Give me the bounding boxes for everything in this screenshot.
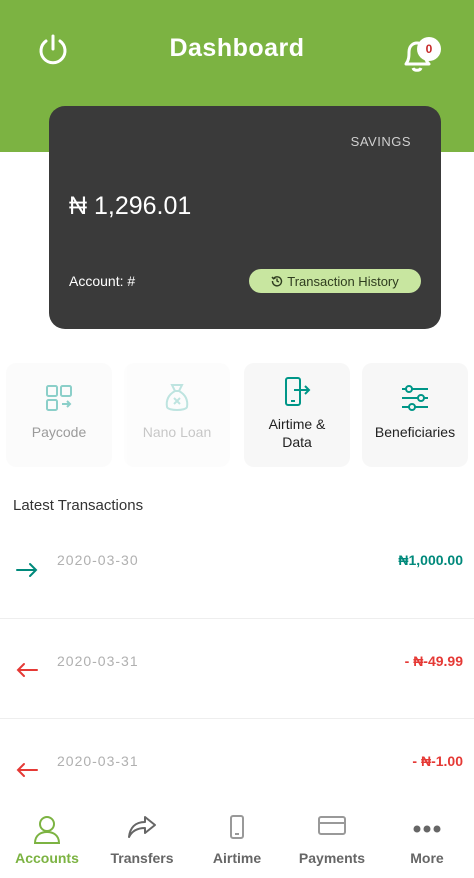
money-bag-icon	[165, 384, 189, 411]
nav-label: Accounts	[15, 850, 79, 866]
nav-more[interactable]: More	[380, 800, 474, 878]
nav-airtime[interactable]: Airtime	[190, 800, 284, 878]
transaction-amount: ₦1,000.00	[398, 552, 463, 568]
arrow-left-icon	[16, 763, 38, 777]
share-arrow-icon	[128, 816, 156, 838]
bottom-navigation: Accounts Transfers Airtime Payments More	[0, 800, 474, 878]
phone-exit-icon	[285, 377, 311, 406]
tile-airtime-data[interactable]: Airtime & Data	[244, 363, 350, 467]
nav-label: Transfers	[110, 850, 174, 866]
tile-label: Airtime & Data	[268, 416, 326, 450]
transaction-history-label: Transaction History	[287, 273, 399, 289]
tile-beneficiaries[interactable]: Beneficiaries	[362, 363, 468, 467]
sliders-icon	[402, 385, 428, 411]
user-icon	[33, 816, 61, 844]
transaction-row[interactable]: 2020-03-30 ₦1,000.00	[0, 552, 474, 652]
transaction-amount: - ₦-49.99	[404, 653, 463, 669]
tile-label: Paycode	[31, 424, 87, 440]
paycode-icon	[46, 385, 72, 411]
transaction-date: 2020-03-31	[57, 653, 139, 669]
mobile-icon	[230, 815, 244, 839]
transaction-date: 2020-03-31	[57, 753, 139, 769]
latest-transactions-title: Latest Transactions	[13, 497, 144, 514]
tile-label: Nano Loan	[142, 424, 212, 440]
nav-label: More	[410, 850, 444, 866]
tile-label: Beneficiaries	[374, 424, 456, 440]
notification-badge: 0	[417, 37, 441, 61]
nav-label: Payments	[298, 850, 366, 866]
quick-actions: Paycode Nano Loan Airtime & Data Benefic…	[6, 363, 468, 467]
transaction-row[interactable]: 2020-03-31 - ₦-49.99	[0, 653, 474, 753]
nav-payments[interactable]: Payments	[285, 800, 379, 878]
transaction-amount: - ₦-1.00	[412, 753, 463, 769]
nav-accounts[interactable]: Accounts	[0, 800, 94, 878]
tile-nano-loan[interactable]: Nano Loan	[124, 363, 230, 467]
transaction-date: 2020-03-30	[57, 552, 139, 568]
history-icon	[271, 276, 283, 287]
nav-label: Airtime	[212, 850, 262, 866]
transaction-history-button[interactable]: Transaction History	[249, 269, 421, 293]
nav-transfers[interactable]: Transfers	[95, 800, 189, 878]
divider	[0, 618, 474, 619]
account-number-label: Account: #	[69, 273, 136, 289]
tile-paycode[interactable]: Paycode	[6, 363, 112, 467]
account-card: SAVINGS ₦ 1,296.01 Account: # Transactio…	[49, 106, 441, 329]
more-dots-icon	[413, 825, 441, 833]
account-type-label: SAVINGS	[350, 134, 411, 149]
divider	[0, 718, 474, 719]
arrow-right-icon	[16, 563, 38, 577]
arrow-left-icon	[16, 663, 38, 677]
credit-card-icon	[318, 816, 346, 835]
balance-amount: ₦ 1,296.01	[69, 192, 192, 220]
